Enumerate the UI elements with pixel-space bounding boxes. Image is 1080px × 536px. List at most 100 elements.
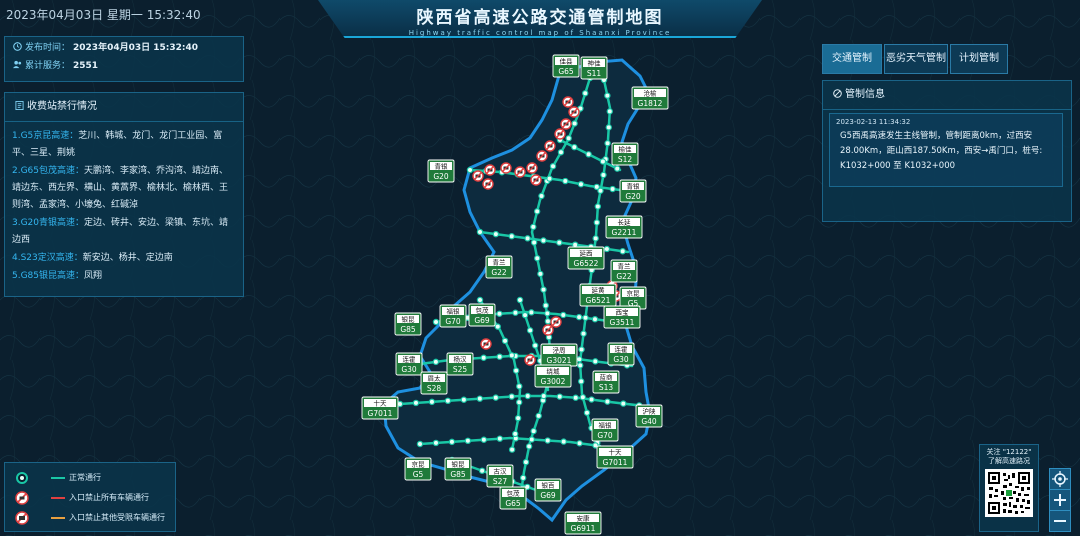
no-entry-icon[interactable] (544, 140, 556, 152)
no-entry-icon[interactable] (484, 164, 496, 176)
toll-station-point[interactable] (416, 440, 424, 448)
toll-station-point[interactable] (556, 393, 563, 400)
toll-station-point[interactable] (496, 435, 504, 442)
toll-station-point[interactable] (514, 414, 522, 422)
tab-planned-control[interactable]: 计划管制 (950, 44, 1008, 74)
toll-station-point[interactable] (583, 409, 591, 416)
toll-station-point[interactable] (508, 352, 516, 359)
highway-sign-xiyan[interactable]: 延西G6522 (567, 246, 605, 270)
toll-station-point[interactable] (599, 158, 607, 165)
highway-sign-yanghan[interactable]: 杨汉S25 (446, 352, 474, 376)
toll-station-point[interactable] (577, 362, 584, 369)
toll-station-point[interactable] (592, 235, 599, 242)
toll-station-point[interactable] (580, 330, 587, 337)
toll-station-point[interactable] (512, 367, 520, 374)
highway-sign-yuyu[interactable]: 榆佳S12 (611, 142, 639, 166)
toll-station-point[interactable] (571, 143, 578, 151)
toll-station-point[interactable] (519, 474, 527, 482)
toll-station-point[interactable] (524, 235, 531, 242)
toll-station-point[interactable] (560, 311, 567, 319)
toll-station-point[interactable] (556, 239, 563, 246)
toll-station-point[interactable] (444, 397, 452, 405)
toll-station-point[interactable] (577, 180, 585, 188)
toll-station-point[interactable] (496, 353, 503, 360)
toll-station-point[interactable] (540, 286, 547, 293)
toll-station-point[interactable] (515, 399, 523, 406)
no-entry-icon[interactable] (482, 178, 494, 190)
toll-station-point[interactable] (593, 219, 601, 226)
toll-station-point[interactable] (540, 237, 547, 244)
toll-station-point[interactable] (508, 233, 515, 240)
toll-station-point[interactable] (609, 185, 616, 193)
toll-station-point[interactable] (544, 437, 551, 444)
toll-station-point[interactable] (619, 248, 626, 255)
toll-station-point[interactable] (576, 356, 583, 363)
toll-station-point[interactable] (492, 394, 499, 401)
highway-sign-mizhi[interactable]: 佳县G65 (552, 54, 580, 78)
toll-station-point[interactable] (432, 358, 440, 366)
toll-station-point[interactable] (516, 383, 523, 390)
toll-station-point[interactable] (530, 239, 538, 246)
highway-sign-yinkun[interactable]: 银昆G85 (394, 312, 422, 336)
toll-station-point[interactable] (530, 427, 537, 435)
toll-station-point[interactable] (516, 296, 524, 304)
toll-station-point[interactable] (544, 310, 551, 317)
toll-station-point[interactable] (535, 412, 542, 420)
highway-sign-lianhuo[interactable]: 连霍G30 (607, 342, 635, 366)
no-entry-icon[interactable] (554, 128, 566, 140)
no-entry-icon[interactable] (560, 118, 572, 130)
toll-station-point[interactable] (478, 467, 486, 474)
toll-station-point[interactable] (588, 396, 595, 403)
toll-station-point[interactable] (522, 458, 530, 466)
toll-station-point[interactable] (575, 313, 583, 321)
toll-station-point[interactable] (476, 228, 484, 236)
highway-sign-shenmu[interactable]: 神佳S11 (580, 56, 608, 80)
toll-station-point[interactable] (496, 310, 503, 317)
toll-station-point[interactable] (606, 108, 613, 115)
highway-sign-guhan[interactable]: 古汉S27 (486, 464, 514, 488)
toll-station-point[interactable] (512, 309, 519, 316)
no-entry-icon[interactable] (514, 166, 526, 178)
toll-station-point[interactable] (582, 314, 589, 321)
toll-station-point[interactable] (585, 151, 592, 158)
toll-station-point[interactable] (540, 392, 547, 400)
toll-station-point[interactable] (528, 309, 535, 316)
toll-station-point[interactable] (592, 358, 599, 365)
no-entry-icon[interactable] (550, 316, 562, 328)
highway-sign-yanhuang[interactable]: 延黄G6521 (579, 283, 617, 307)
toll-station-point[interactable] (594, 203, 602, 210)
toll-station-point[interactable] (412, 399, 420, 407)
highway-sign-xibao[interactable]: 西宝G3511 (603, 305, 641, 329)
toll-station-point[interactable] (542, 302, 549, 309)
zoom-out-button[interactable] (1049, 510, 1071, 532)
highway-sign-fuyin2[interactable]: 福银G70 (591, 418, 619, 442)
toll-station-point[interactable] (531, 342, 539, 349)
tab-weather-control[interactable]: 恶劣天气管制 (884, 44, 948, 74)
no-entry-icon[interactable] (472, 170, 484, 182)
highway-sign-shitian2[interactable]: 十天G7011 (596, 445, 634, 469)
toll-station-point[interactable] (525, 443, 533, 450)
highway-sign-qinglan2[interactable]: 青兰G22 (610, 259, 638, 283)
toll-station-point[interactable] (526, 327, 534, 334)
highway-sign-baoxi[interactable]: 包茂G69 (468, 303, 496, 327)
toll-station-point[interactable] (494, 323, 501, 330)
qr-code-box[interactable]: 关注 "12122" 了解高速路况 (979, 444, 1039, 532)
highway-sign-qinglan[interactable]: 青兰G22 (485, 255, 513, 279)
toll-station-point[interactable] (557, 149, 565, 156)
toll-station-point[interactable] (538, 192, 545, 200)
highway-sign-mianyang[interactable]: 眉太S28 (420, 371, 448, 395)
toll-station-point[interactable] (512, 430, 519, 438)
highway-sign-baomao[interactable]: 包茂G65 (499, 486, 527, 510)
toll-station-point[interactable] (571, 241, 579, 248)
zoom-in-button[interactable] (1049, 489, 1071, 511)
toll-station-point[interactable] (562, 177, 569, 185)
toll-station-point[interactable] (460, 396, 468, 403)
toll-station-point[interactable] (476, 395, 484, 402)
toll-station-point[interactable] (428, 398, 436, 406)
toll-station-point[interactable] (578, 378, 585, 385)
toll-station-point[interactable] (537, 270, 544, 278)
highway-sign-lianhuo2[interactable]: 连霍G30 (395, 352, 423, 376)
toll-station-point[interactable] (591, 315, 599, 323)
highway-sign-shitian[interactable]: 十天G7011 (361, 396, 399, 420)
highway-sign-lanshang[interactable]: 蓝商S13 (592, 370, 620, 394)
